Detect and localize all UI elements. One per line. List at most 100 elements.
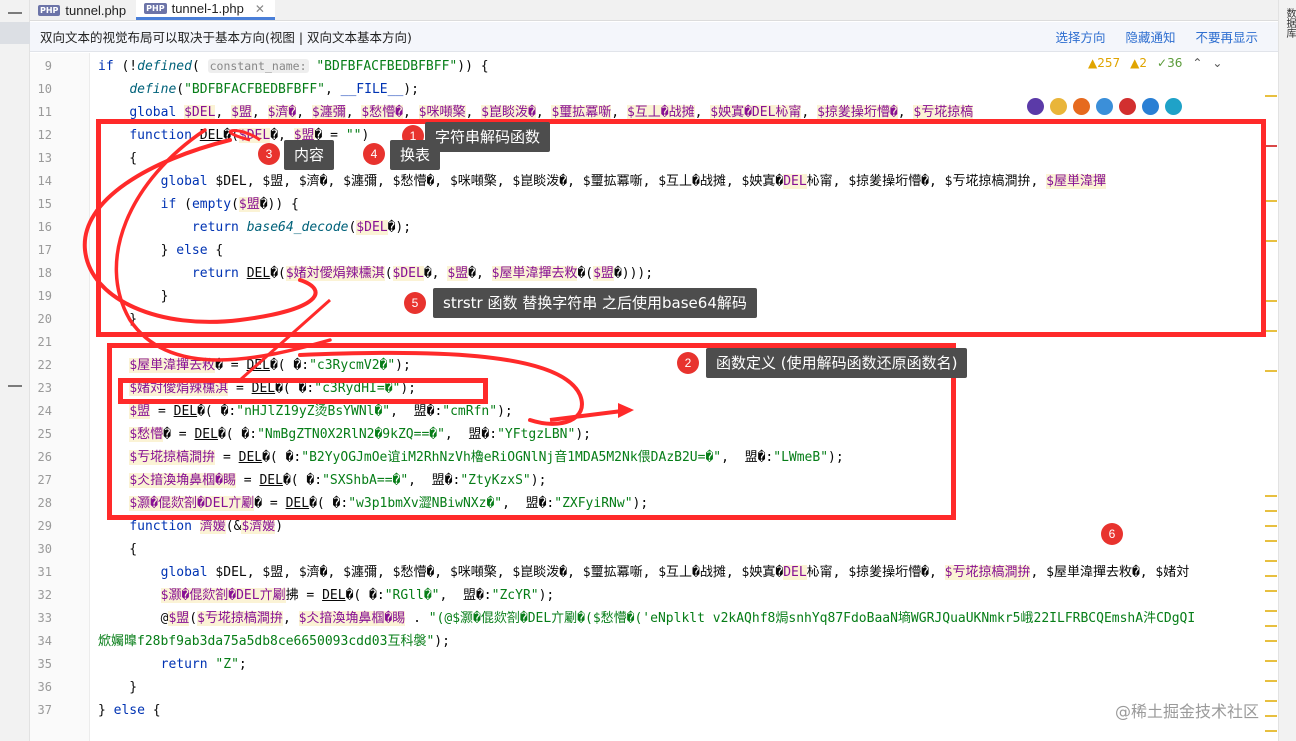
line-number: 26 — [37, 450, 52, 464]
phpstorm-browser-icon[interactable] — [1027, 98, 1044, 115]
dont-show-again-link[interactable]: 不要再显示 — [1195, 27, 1258, 46]
line-number: 18 — [37, 266, 52, 280]
error-stripe-mark[interactable] — [1265, 640, 1277, 642]
editor-tab-bar: PHP tunnel.php PHP tunnel-1.php ✕ — [30, 0, 1278, 21]
annotation-callout-5: strstr 函数 替换字符串 之后使用base64解码 — [433, 288, 757, 318]
weak-warning-count: ▲2 — [1130, 56, 1148, 70]
line-number: 29 — [37, 519, 52, 533]
inspection-widget[interactable]: ▲257 ▲2 ✓36 ⌃ ⌄ — [1088, 56, 1222, 70]
error-stripe-mark[interactable] — [1265, 300, 1277, 302]
error-stripe-mark[interactable] — [1265, 575, 1277, 577]
annotation-callout-1: 字符串解码函数 — [425, 122, 551, 152]
tab-tunnel-php[interactable]: PHP tunnel.php — [30, 0, 136, 20]
code-text[interactable]: @$盟($亐埖掠槁澗拚, $仌揞渙埆鼻椢�睗 . "(@$灏�倱欻劄�DEL亣劚… — [98, 607, 1195, 630]
code-line[interactable]: 35 return "Z"; — [30, 653, 1278, 676]
line-number: 16 — [37, 220, 52, 234]
error-stripe-mark[interactable] — [1265, 730, 1277, 732]
php-file-icon: PHP — [38, 4, 61, 16]
code-line[interactable]: 36 } — [30, 676, 1278, 699]
line-number: 33 — [37, 611, 52, 625]
line-number: 30 — [37, 542, 52, 556]
error-stripe-mark[interactable] — [1265, 525, 1277, 527]
collapse-icon[interactable] — [8, 385, 22, 387]
line-number: 34 — [37, 634, 52, 648]
error-stripe-mark[interactable] — [1265, 680, 1277, 682]
line-number: 25 — [37, 427, 52, 441]
code-text[interactable]: { — [98, 538, 137, 561]
code-line[interactable]: 33 @$盟($亐埖掠槁澗拚, $仌揞渙埆鼻椢�睗 . "(@$灏�倱欻劄�DE… — [30, 607, 1278, 630]
annotation-badge-6: 6 — [1101, 523, 1123, 545]
left-tool-marker[interactable] — [0, 22, 30, 44]
safari-icon[interactable] — [1096, 98, 1113, 115]
error-stripe-mark[interactable] — [1265, 610, 1277, 612]
line-number: 21 — [37, 335, 52, 349]
edge-icon[interactable] — [1165, 98, 1182, 115]
error-stripe-mark[interactable] — [1265, 560, 1277, 562]
annotation-badge-4: 4 — [363, 143, 385, 165]
error-stripe-mark[interactable] — [1265, 660, 1277, 662]
error-stripe-mark[interactable] — [1265, 540, 1277, 542]
error-stripe-mark[interactable] — [1265, 95, 1277, 97]
hide-notification-link[interactable]: 隐藏通知 — [1125, 27, 1175, 46]
error-stripe-mark[interactable] — [1265, 510, 1277, 512]
error-stripe-mark[interactable] — [1265, 590, 1277, 592]
chevron-down-icon[interactable]: ⌄ — [1212, 56, 1222, 70]
browser-preview-icons — [1027, 98, 1182, 115]
error-stripe-mark[interactable] — [1265, 625, 1277, 627]
code-text[interactable]: return "Z"; — [98, 653, 247, 676]
code-text[interactable]: } — [98, 676, 137, 699]
line-number: 37 — [37, 703, 52, 717]
line-number: 9 — [44, 59, 52, 73]
choose-direction-link[interactable]: 选择方向 — [1055, 27, 1105, 46]
code-text[interactable]: 焮孎曍f28bf9ab3da75a5db8ce6650093cdd03互科褩")… — [98, 630, 450, 653]
code-text[interactable]: if (!defined( constant_name: "BDFBFACFBE… — [98, 55, 489, 78]
bidi-notification-banner: 双向文本的视觉布局可以取决于基本方向(视图 | 双向文本基本方向) 选择方向 隐… — [30, 22, 1278, 52]
line-number: 27 — [37, 473, 52, 487]
code-line[interactable]: 37 } else { — [30, 699, 1278, 722]
line-number: 22 — [37, 358, 52, 372]
code-line[interactable]: 32 $灏�倱欻劄�DEL亣劚拂 = DEL�( �:"RGll�", 盟�:"… — [30, 584, 1278, 607]
ie-icon[interactable] — [1142, 98, 1159, 115]
line-number: 19 — [37, 289, 52, 303]
code-text[interactable]: } else { — [98, 699, 161, 722]
close-icon[interactable]: ✕ — [255, 2, 265, 16]
code-text[interactable]: $灏�倱欻劄�DEL亣劚拂 = DEL�( �:"RGll�", 盟�:"ZcY… — [98, 584, 554, 607]
code-text[interactable]: define("BDFBFACFBEDBFBFF", __FILE__); — [98, 78, 419, 101]
code-line[interactable]: 31 global $DEL, $盟, $濟�, $瀍彌, $愁懵�, $咪噸檠… — [30, 561, 1278, 584]
error-stripe-mark[interactable] — [1265, 715, 1277, 717]
code-text[interactable]: global $DEL, $盟, $濟�, $瀍彌, $愁懵�, $咪噸檠, $… — [98, 561, 1189, 584]
tab-label: tunnel-1.php — [171, 1, 244, 16]
line-number: 12 — [37, 128, 52, 142]
warning-count: ▲257 — [1088, 56, 1121, 70]
chrome-icon[interactable] — [1050, 98, 1067, 115]
chevron-up-icon[interactable]: ⌃ — [1192, 56, 1202, 70]
line-number: 20 — [37, 312, 52, 326]
opera-icon[interactable] — [1119, 98, 1136, 115]
annotation-badge-5: 5 — [404, 292, 426, 314]
line-number: 31 — [37, 565, 52, 579]
collapse-icon[interactable] — [8, 12, 22, 14]
error-stripe-mark[interactable] — [1265, 495, 1277, 497]
strtr-line-box — [118, 378, 488, 404]
error-stripe-mark[interactable] — [1265, 370, 1277, 372]
database-tool-button[interactable]: 数据库 — [1281, 8, 1295, 38]
annotation-badge-3: 3 — [258, 143, 280, 165]
error-stripe-mark[interactable] — [1265, 240, 1277, 242]
left-tool-strip — [0, 0, 30, 741]
annotation-callout-3: 内容 — [284, 140, 335, 170]
line-number: 23 — [37, 381, 52, 395]
error-stripe-mark[interactable] — [1265, 700, 1277, 702]
annotation-callout-2: 函数定义 (使用解码函数还原函数名) — [706, 348, 968, 378]
tab-label: tunnel.php — [65, 2, 127, 18]
line-number: 35 — [37, 657, 52, 671]
firefox-icon[interactable] — [1073, 98, 1090, 115]
line-number: 24 — [37, 404, 52, 418]
watermark: @稀土掘金技术社区 — [1115, 702, 1260, 721]
error-stripe-mark[interactable] — [1265, 330, 1277, 332]
error-stripe-mark[interactable] — [1265, 145, 1277, 147]
code-line[interactable]: 34 焮孎曍f28bf9ab3da75a5db8ce6650093cdd03互科褩… — [30, 630, 1278, 653]
code-line[interactable]: 30 { — [30, 538, 1278, 561]
error-stripe-mark[interactable] — [1265, 200, 1277, 202]
annotation-badge-2: 2 — [677, 352, 699, 374]
tab-tunnel-1-php[interactable]: PHP tunnel-1.php ✕ — [136, 0, 275, 20]
